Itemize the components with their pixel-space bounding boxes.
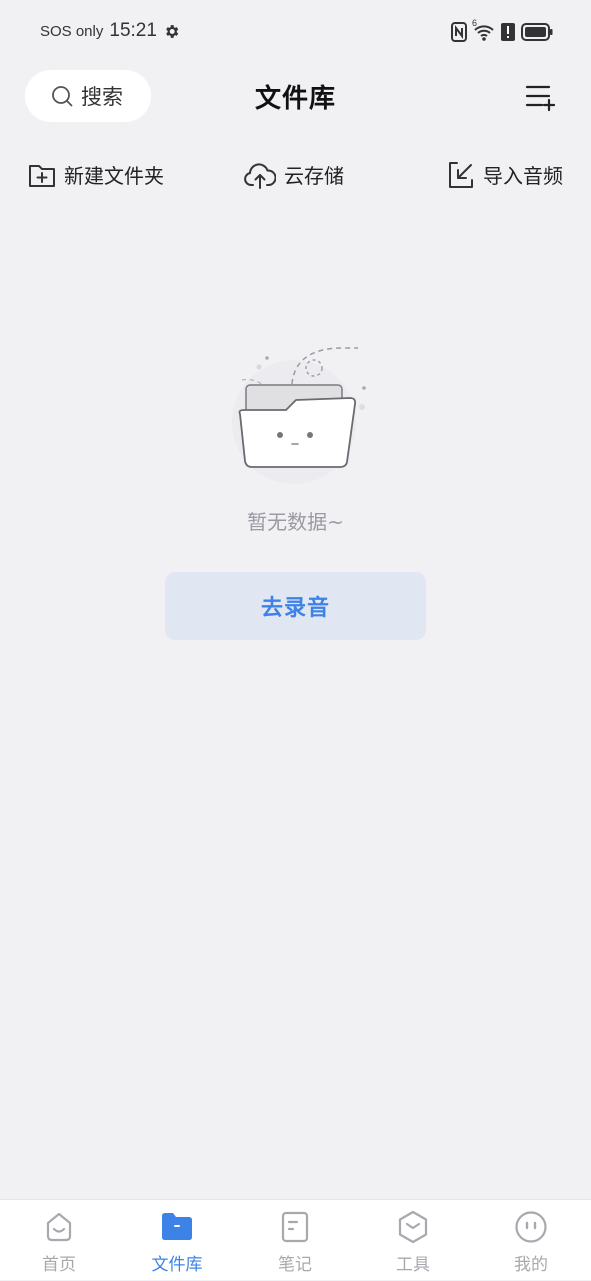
go-record-button[interactable]: 去录音 [165,572,426,640]
cloud-upload-icon [244,163,276,189]
import-icon [449,161,473,188]
nav-label-profile: 我的 [514,1255,548,1275]
import-audio-button[interactable]: 导入音频 [447,160,563,189]
home-icon [46,1212,72,1242]
settings-gear-icon [166,24,179,38]
new-folder-label: 新建文件夹 [64,164,164,188]
nav-item-profile[interactable]: 我的 [472,1200,590,1281]
cloud-storage-button[interactable]: 云存储 [244,160,344,189]
new-folder-button[interactable]: 新建文件夹 [28,160,164,189]
battery-icon [521,23,553,41]
profile-icon [515,1211,547,1243]
nav-item-home[interactable]: 首页 [0,1200,118,1281]
status-bar: SOS only 15:21 6 [0,0,591,66]
folder-plus-icon [29,164,55,187]
sort-menu-button[interactable] [525,82,556,112]
action-row: 新建文件夹 云存储 导入音频 [0,160,591,200]
alert-sim-icon [501,23,515,41]
nav-item-notes[interactable]: 笔记 [236,1200,354,1281]
status-left: SOS only 15:21 [40,20,180,42]
nav-label-home: 首页 [42,1255,76,1275]
empty-message: 暂无数据~ [247,510,344,534]
clock-text: 15:21 [109,20,157,41]
nav-item-tools[interactable]: 工具 [354,1200,472,1281]
bottom-nav: 首页 文件库 笔记 工具 我的 [0,1199,591,1280]
carrier-text: SOS only [40,22,104,40]
cloud-storage-label: 云存储 [284,164,344,188]
wifi-indicator: 6 [472,18,495,42]
tools-icon [398,1210,428,1244]
nfc-icon [451,22,467,42]
page-title: 文件库 [254,84,336,114]
nav-item-library[interactable]: 文件库 [118,1200,236,1281]
note-icon [281,1211,309,1243]
nav-label-tools: 工具 [396,1255,430,1275]
empty-folder-illustration [232,347,366,484]
nav-label-library: 文件库 [151,1255,203,1275]
folder-icon [162,1213,192,1240]
import-audio-label: 导入音频 [483,164,563,188]
wifi-icon [474,25,494,41]
status-right: 6 [451,18,553,42]
list-add-icon [525,85,556,112]
nav-label-notes: 笔记 [278,1255,312,1275]
